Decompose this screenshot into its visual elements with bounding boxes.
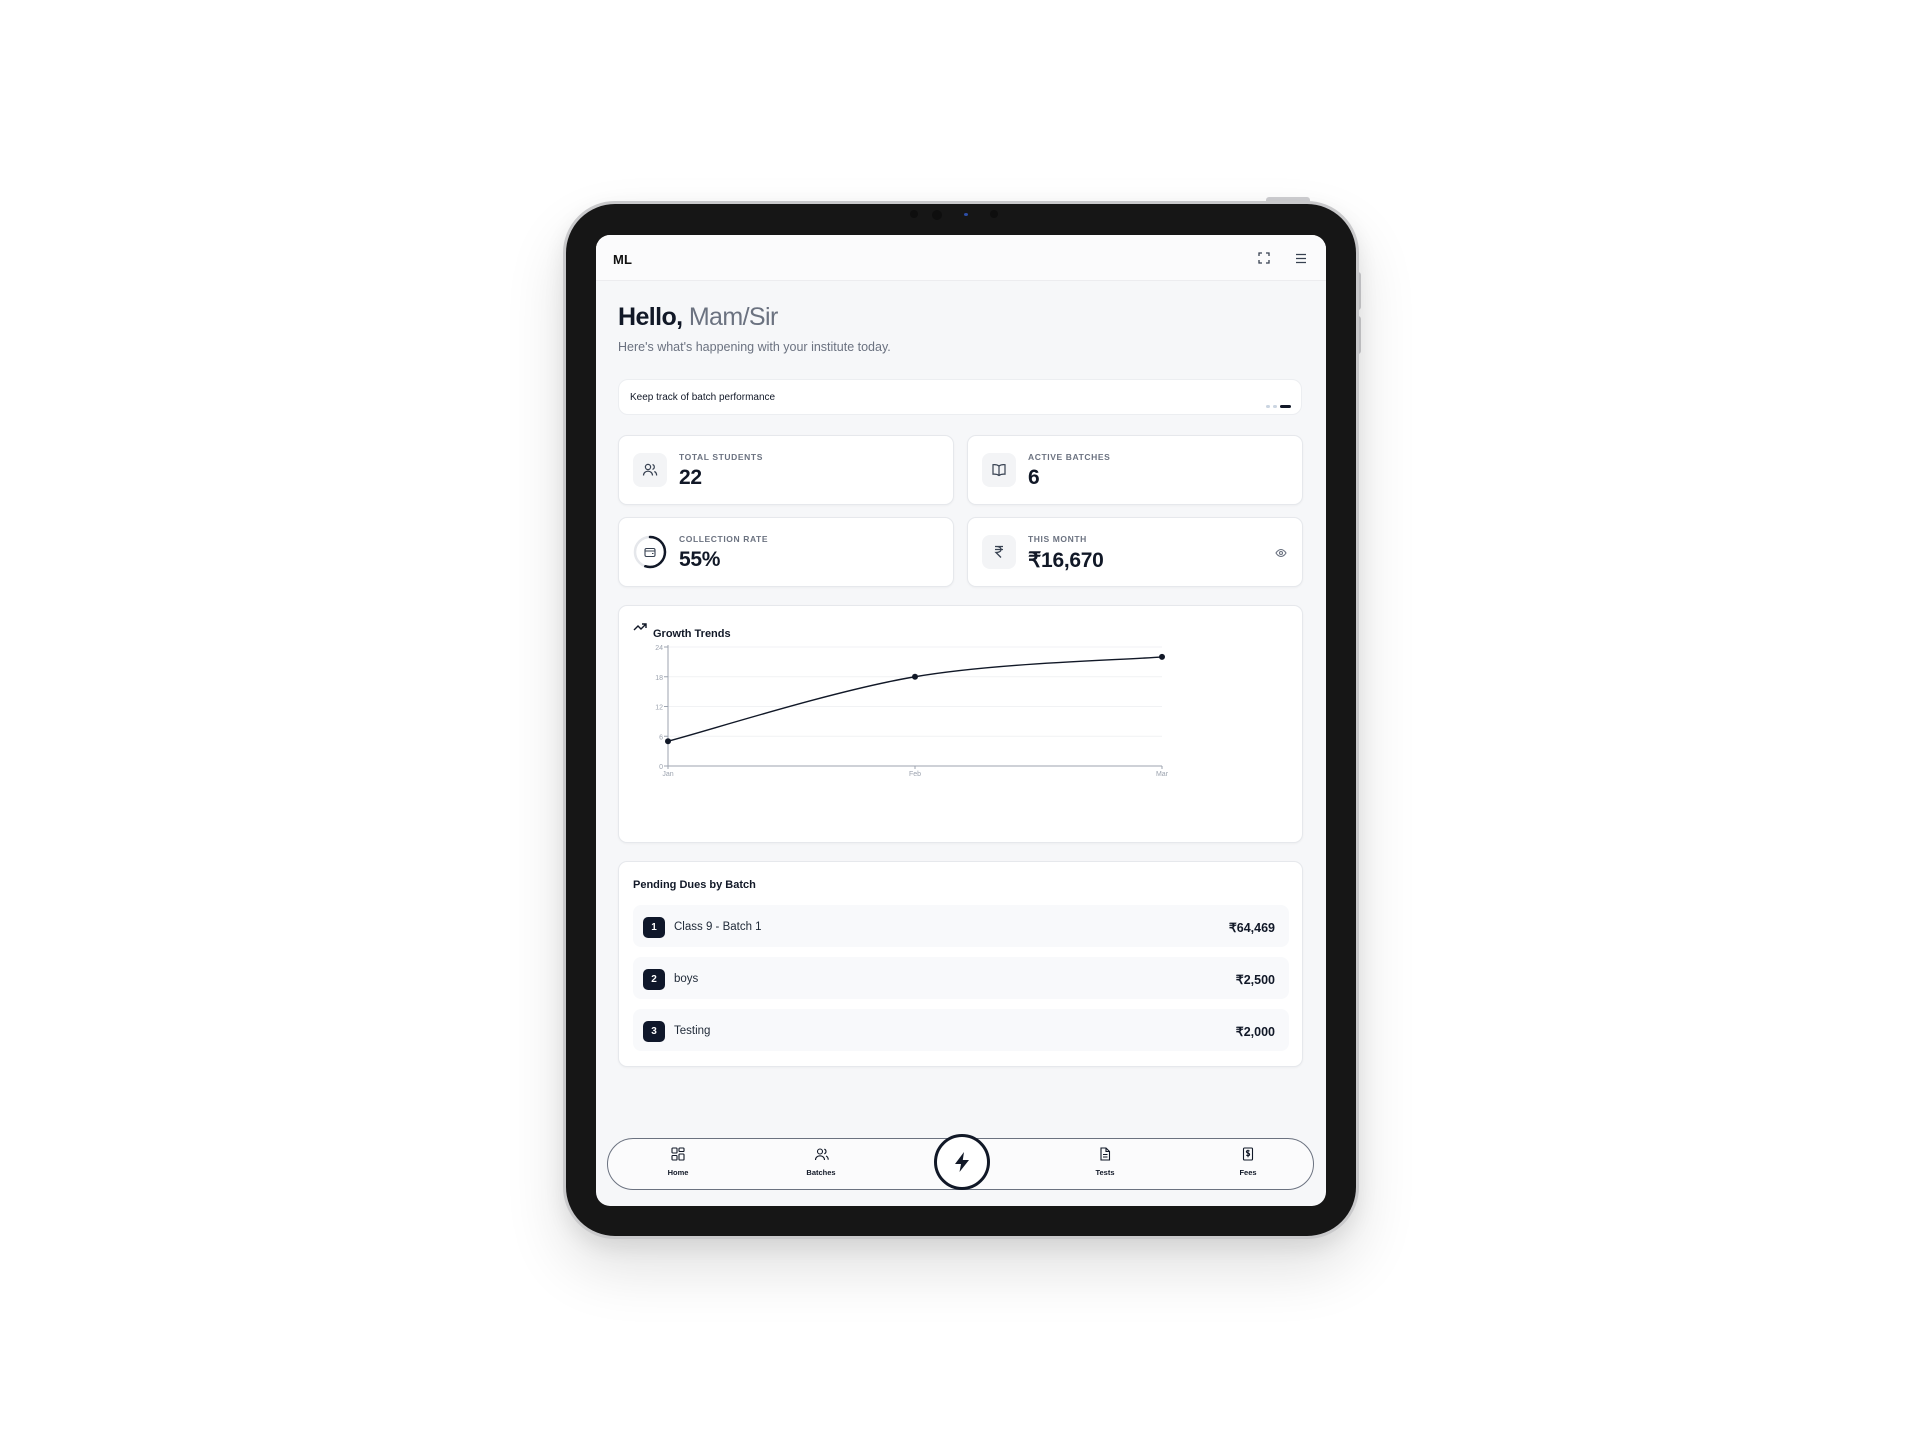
rank-badge: 2	[643, 969, 665, 990]
greeting-hello: Hello,	[618, 303, 683, 331]
y-tick-label: 12	[655, 705, 663, 712]
y-tick-label: 0	[659, 764, 663, 771]
y-tick-label: 24	[655, 645, 663, 652]
stat-label: THIS MONTH	[1028, 534, 1087, 544]
pending-dues-title: Pending Dues by Batch	[633, 879, 756, 891]
y-tick-label: 18	[655, 675, 663, 682]
pending-amount: ₹64,469	[1228, 921, 1275, 935]
active-batches-card[interactable]: ACTIVE BATCHES 6	[967, 435, 1303, 505]
data-point	[1159, 653, 1165, 660]
pending-row[interactable]: 3 Testing ₹2,000	[633, 1009, 1289, 1051]
growth-chart: 0 6 12 18 24 Jan Feb Mar	[655, 645, 1169, 778]
rank-badge: 1	[643, 917, 665, 938]
x-tick-label: Feb	[909, 771, 921, 778]
sensor-dot-2	[990, 210, 998, 218]
wallet-icon	[633, 535, 667, 569]
nav-label: Fees	[1239, 1168, 1257, 1177]
nav-label: Batches	[806, 1168, 836, 1177]
y-tick-label: 6	[659, 734, 663, 741]
expand-icon[interactable]	[1255, 249, 1273, 267]
rupee-icon	[982, 535, 1016, 569]
stat-label: ACTIVE BATCHES	[1028, 452, 1111, 462]
book-open-icon	[982, 453, 1016, 487]
data-point	[912, 673, 918, 680]
carousel-dot[interactable]	[1273, 405, 1277, 408]
stat-label: TOTAL STUDENTS	[679, 452, 763, 462]
stat-value: 22	[679, 466, 702, 489]
grid-icon	[671, 1147, 685, 1161]
stat-value: ₹16,670	[1028, 549, 1104, 572]
rank-badge: 3	[643, 1021, 665, 1042]
stat-value: 6	[1028, 466, 1040, 489]
users-icon	[633, 453, 667, 487]
carousel-dots	[1266, 405, 1291, 408]
nav-batches[interactable]: Batches	[791, 1147, 851, 1177]
lightning-icon	[955, 1152, 969, 1172]
growth-trends-card: Growth Trends 0 6 12 18 24 Jan Feb Mar	[618, 605, 1303, 843]
pending-row[interactable]: 2 boys ₹2,500	[633, 957, 1289, 999]
nav-fees[interactable]: Fees	[1218, 1147, 1278, 1177]
banner-text: Keep track of batch performance	[630, 392, 776, 403]
app-screen: ML Hello, Mam/Sir Here's what's happenin…	[596, 235, 1326, 1206]
carousel-dot-active[interactable]	[1280, 405, 1291, 408]
pending-amount: ₹2,500	[1235, 973, 1275, 987]
this-month-card[interactable]: THIS MONTH ₹16,670	[967, 517, 1303, 587]
total-students-card[interactable]: TOTAL STUDENTS 22	[618, 435, 954, 505]
carousel-dot[interactable]	[1266, 405, 1270, 408]
document-icon	[1100, 1147, 1111, 1161]
hamburger-menu-icon[interactable]	[1292, 249, 1310, 267]
greeting-name: Mam/Sir	[688, 303, 778, 331]
nav-home[interactable]: Home	[648, 1147, 708, 1177]
collection-rate-card[interactable]: COLLECTION RATE 55%	[618, 517, 954, 587]
pending-amount: ₹2,000	[1235, 1025, 1275, 1039]
batch-name: Class 9 - Batch 1	[674, 921, 762, 933]
stat-label: COLLECTION RATE	[679, 534, 769, 544]
camera-lens	[932, 210, 942, 220]
batch-name: boys	[674, 973, 699, 985]
pending-dues-card: Pending Dues by Batch 1 Class 9 - Batch …	[618, 861, 1303, 1067]
sensor-dot	[910, 210, 918, 218]
stat-value: 55%	[679, 548, 721, 571]
info-banner[interactable]: Keep track of batch performance	[618, 379, 1302, 415]
eye-icon[interactable]	[1272, 544, 1290, 562]
series-line	[667, 656, 1163, 742]
greeting-subtitle: Here's what's happening with your instit…	[618, 340, 891, 354]
top-bar: ML	[596, 235, 1326, 281]
nav-label: Home	[667, 1168, 689, 1177]
pending-row[interactable]: 1 Class 9 - Batch 1 ₹64,469	[633, 905, 1289, 947]
nav-label: Tests	[1095, 1168, 1115, 1177]
quick-action-button[interactable]	[934, 1134, 990, 1190]
brand-logo: ML	[613, 252, 633, 267]
users-icon	[814, 1148, 829, 1161]
greeting-title: Hello, Mam/Sir	[618, 303, 778, 332]
x-tick-label: Jan	[662, 771, 673, 778]
x-tick-label: Mar	[1156, 771, 1169, 778]
nav-tests[interactable]: Tests	[1075, 1147, 1135, 1177]
batch-name: Testing	[674, 1025, 711, 1037]
receipt-icon	[1242, 1147, 1254, 1161]
camera-indicator	[964, 213, 968, 216]
data-point	[665, 738, 671, 745]
